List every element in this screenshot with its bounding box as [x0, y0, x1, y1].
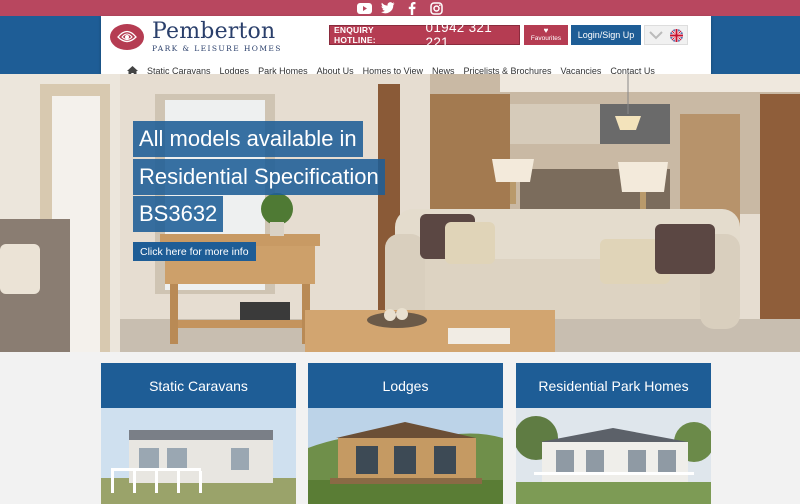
hero-interior-image — [0, 74, 800, 352]
hero-more-info-button[interactable]: Click here for more info — [133, 242, 256, 261]
hero-banner[interactable]: All models available in Residential Spec… — [0, 74, 800, 352]
favourites-button[interactable]: ♥ Favourites — [524, 25, 568, 45]
hotline-label: ENQUIRY HOTLINE: — [334, 25, 376, 45]
facebook-icon[interactable] — [404, 1, 420, 15]
park-home-image — [516, 408, 711, 504]
twitter-icon[interactable] — [380, 1, 396, 15]
social-bar — [0, 0, 800, 16]
site-header: Pemberton PARK & LEISURE HOMES ENQUIRY H… — [101, 16, 711, 81]
category-card-static-caravans[interactable]: Static Caravans — [101, 363, 296, 504]
brand-tagline: PARK & LEISURE HOMES — [152, 44, 282, 53]
static-caravan-image — [101, 408, 296, 504]
hero-heading-line-1: All models available in — [133, 121, 363, 157]
lodge-image — [308, 408, 503, 504]
chevron-down-icon — [649, 31, 663, 40]
category-card-lodges[interactable]: Lodges — [308, 363, 503, 504]
card-title: Lodges — [308, 363, 503, 408]
card-title: Residential Park Homes — [516, 363, 711, 408]
card-title: Static Caravans — [101, 363, 296, 408]
youtube-icon[interactable] — [356, 1, 372, 15]
instagram-icon[interactable] — [428, 1, 444, 15]
language-selector[interactable] — [644, 25, 688, 45]
favourites-label: Favourites — [530, 35, 562, 42]
site-logo[interactable]: Pemberton PARK & LEISURE HOMES — [108, 21, 282, 53]
login-signup-button[interactable]: Login/Sign Up — [571, 25, 641, 45]
hero-heading-line-2: Residential Specification — [133, 159, 385, 195]
uk-flag-icon — [670, 28, 684, 42]
hotline-number: 01942 321 221 — [425, 20, 493, 50]
brand-name: Pemberton — [152, 19, 276, 44]
category-card-residential-park-homes[interactable]: Residential Park Homes — [516, 363, 711, 504]
heart-icon: ♥ — [543, 26, 549, 35]
category-cards: Static Caravans Lodges Residential Park … — [0, 352, 800, 504]
enquiry-hotline[interactable]: ENQUIRY HOTLINE: 01942 321 221 — [329, 20, 520, 50]
hero-heading-line-3: BS3632 — [133, 196, 224, 232]
rose-logo-icon — [110, 24, 144, 50]
